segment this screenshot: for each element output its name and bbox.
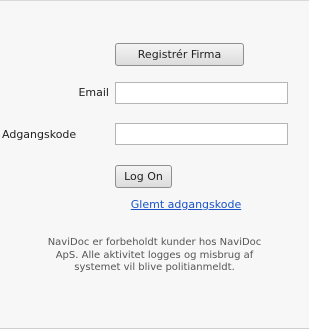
notice-line-3: systemet vil blive politianmeldt. xyxy=(74,262,235,273)
notice-line-2: ApS. Alle aktivitet logges og misbrug af xyxy=(55,249,254,261)
notice-line-1: NaviDoc er forbeholdt kunder hos NaviDoc xyxy=(47,237,262,248)
email-label: Email xyxy=(78,86,109,99)
login-panel: Registrér Firma Email Adgangskode Log On… xyxy=(0,0,309,329)
register-company-button[interactable]: Registrér Firma xyxy=(115,43,244,66)
legal-notice: NaviDoc er forbeholdt kunder hos NaviDoc… xyxy=(0,237,309,275)
forgot-password-link[interactable]: Glemt adgangskode xyxy=(115,198,257,211)
log-on-button[interactable]: Log On xyxy=(115,165,172,188)
password-label: Adgangskode xyxy=(2,128,77,141)
password-field[interactable] xyxy=(115,123,288,145)
email-field[interactable] xyxy=(115,82,288,104)
